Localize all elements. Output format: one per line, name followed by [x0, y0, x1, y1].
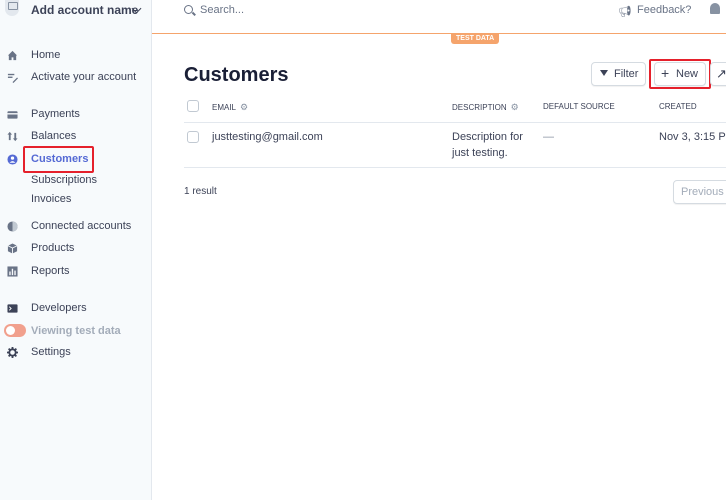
home-icon	[7, 50, 18, 61]
export-button[interactable]: ↗	[710, 62, 726, 86]
balances-icon	[7, 131, 18, 142]
activate-icon	[7, 73, 18, 83]
sidebar-item-connected-accounts[interactable]: Connected accounts	[0, 218, 150, 236]
sidebar-item-label: Settings	[31, 346, 71, 358]
column-header-email[interactable]: EMAIL ⚙	[212, 102, 248, 113]
result-count: 1 result	[184, 186, 217, 197]
feedback-link[interactable]: Feedback?	[637, 4, 691, 16]
filter-icon	[600, 70, 608, 76]
customer-description: Description for	[452, 131, 523, 143]
search-input[interactable]: Search...	[200, 4, 244, 16]
sidebar-item-invoices[interactable]: Invoices	[0, 191, 150, 209]
filter-button[interactable]: Filter	[591, 62, 646, 86]
column-header-default-source: DEFAULT SOURCE	[543, 102, 615, 111]
sidebar-item-settings[interactable]: Settings	[0, 344, 150, 362]
row-divider	[184, 167, 726, 168]
sidebar-item-reports[interactable]: Reports	[0, 263, 150, 281]
new-button-highlight-box	[649, 59, 711, 89]
export-arrow-icon: ↗	[716, 66, 726, 81]
previous-page-button[interactable]: Previous	[673, 180, 726, 204]
sidebar-item-balances[interactable]: Balances	[0, 128, 150, 146]
search-icon	[184, 5, 193, 14]
customers-highlight-box	[23, 146, 94, 173]
sidebar-item-home[interactable]: Home	[0, 47, 150, 65]
gear-icon[interactable]: ⚙	[511, 102, 519, 112]
sidebar-item-label: Payments	[31, 108, 80, 120]
account-name: Add account name	[31, 3, 139, 17]
sidebar-item-label: Products	[31, 242, 75, 254]
sidebar-item-activate[interactable]: Activate your account	[0, 69, 150, 87]
sidebar-item-label: Connected accounts	[31, 220, 132, 232]
sidebar-item-label: Activate your account	[31, 71, 137, 83]
column-header-description[interactable]: DESCRIPTION ⚙	[452, 102, 519, 113]
sidebar-item-label: Balances	[31, 130, 77, 142]
sidebar-item-label: Reports	[31, 265, 70, 277]
select-all-checkbox[interactable]	[187, 100, 199, 112]
sidebar-item-label: Subscriptions	[31, 174, 98, 186]
sidebar-item-subscriptions[interactable]: Subscriptions	[0, 172, 150, 190]
column-header-label: DESCRIPTION	[452, 103, 507, 112]
test-data-toggle[interactable]	[4, 324, 26, 337]
sidebar-item-payments[interactable]: Payments	[0, 106, 150, 124]
account-switcher[interactable]: Add account name	[0, 0, 152, 22]
customer-default-source: —	[543, 131, 554, 143]
row-checkbox[interactable]	[187, 131, 199, 143]
bell-icon[interactable]	[710, 3, 720, 14]
test-data-badge: TEST DATA	[451, 33, 500, 44]
gear-icon[interactable]: ⚙	[240, 102, 248, 112]
customer-description-cont: just testing.	[452, 147, 508, 159]
header-divider	[184, 122, 726, 123]
sidebar-item-products[interactable]: Products	[0, 240, 150, 258]
reports-icon	[7, 266, 18, 277]
filter-label: Filter	[614, 68, 639, 80]
customers-icon	[7, 154, 18, 165]
test-data-toggle-label: Viewing test data	[31, 325, 121, 337]
column-header-created: CREATED	[659, 102, 697, 111]
gear-icon	[7, 347, 18, 358]
column-header-label: EMAIL	[212, 103, 237, 112]
page-title: Customers	[184, 64, 289, 86]
products-icon	[7, 243, 18, 254]
payments-icon	[7, 111, 18, 119]
top-bar: Search... 📢︎ Feedback? TEST DATA	[152, 0, 726, 44]
megaphone-icon: 📢︎	[618, 6, 632, 18]
sidebar-item-label: Invoices	[31, 193, 72, 205]
sidebar-item-developers[interactable]: Developers	[0, 300, 150, 318]
sidebar-item-label: Home	[31, 49, 61, 61]
account-logo-icon	[5, 0, 19, 16]
sidebar: Add account name Home Activate your acco…	[0, 0, 152, 500]
customer-email[interactable]: justtesting@gmail.com	[212, 131, 323, 143]
connected-icon	[7, 221, 18, 232]
sidebar-item-label: Developers	[31, 302, 87, 314]
previous-label: Previous	[681, 186, 724, 198]
customer-created: Nov 3, 3:15 PM	[659, 131, 726, 143]
developers-icon	[7, 304, 18, 313]
